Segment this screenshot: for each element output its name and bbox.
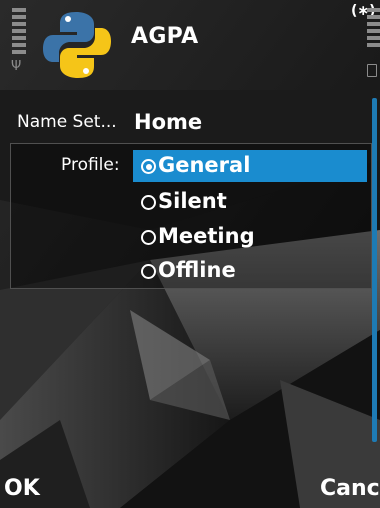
option-label: Offline: [158, 258, 236, 282]
signal-strength-icon: [12, 8, 26, 57]
scrollbar[interactable]: [372, 98, 377, 442]
app-title: AGPA: [131, 24, 199, 49]
cancel-softkey[interactable]: Cance: [320, 476, 380, 501]
radio-unselected-icon: [141, 195, 156, 210]
radio-unselected-icon: [141, 264, 156, 279]
option-label: General: [158, 153, 251, 177]
ok-softkey[interactable]: OK: [4, 476, 40, 501]
profile-option-offline[interactable]: Offline: [133, 255, 367, 287]
battery-icon: [367, 64, 377, 77]
antenna-icon: Ψ: [11, 59, 22, 74]
profile-option-meeting[interactable]: Meeting: [133, 221, 367, 253]
option-label: Meeting: [158, 224, 255, 248]
profile-label: Profile:: [61, 155, 120, 175]
name-set-value[interactable]: Home: [134, 110, 202, 134]
name-set-label: Name Set...: [17, 112, 117, 132]
python-logo-icon: [43, 12, 111, 78]
phone-screen: Ψ (∗) AGPA Name Set... Home Profile: Gen…: [0, 0, 380, 508]
radio-selected-icon: [141, 159, 156, 174]
radio-unselected-icon: [141, 230, 156, 245]
profile-option-silent[interactable]: Silent: [133, 186, 367, 218]
profile-option-general[interactable]: General: [133, 150, 367, 182]
option-label: Silent: [158, 189, 227, 213]
battery-level-icon: [367, 8, 380, 50]
